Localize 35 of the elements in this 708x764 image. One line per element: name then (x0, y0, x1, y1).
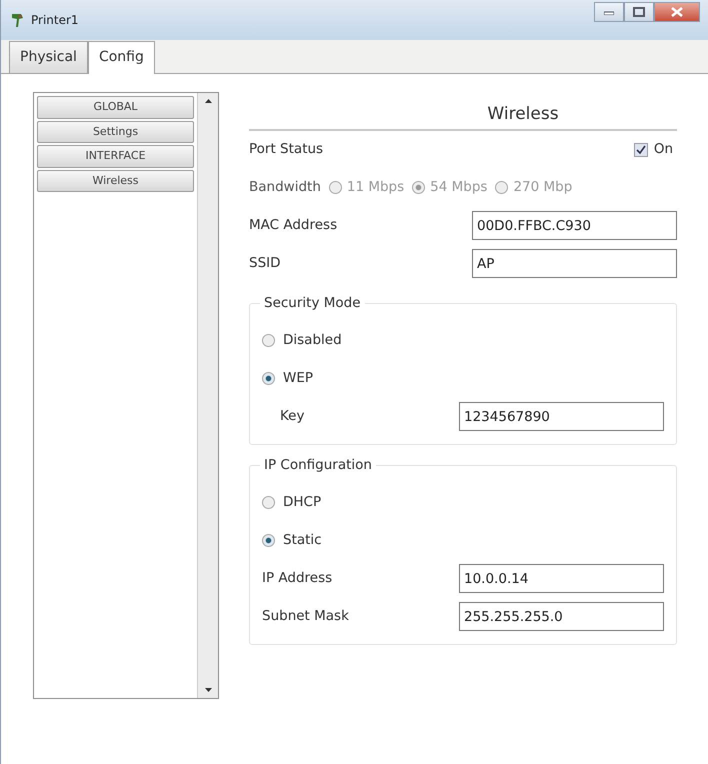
field-label: Subnet Mask (262, 607, 349, 626)
field-label: SSID (249, 254, 281, 274)
field-label: Key (279, 407, 304, 426)
text-field[interactable]: 10.0.0.14 (459, 564, 664, 593)
minimize-icon (604, 9, 614, 15)
text-field[interactable]: 255.255.255.0 (459, 602, 664, 631)
sidebar-item[interactable]: GLOBAL (37, 96, 194, 118)
close-icon (671, 7, 683, 17)
minimize-button[interactable] (594, 2, 624, 22)
tab[interactable]: Config (88, 41, 155, 74)
radio-option[interactable]: Static (262, 530, 322, 551)
field-label: MAC Address (249, 216, 338, 236)
maximize-icon (633, 7, 645, 17)
scrollbar[interactable] (197, 93, 218, 698)
panel-title: Wireless (249, 102, 677, 130)
tab[interactable]: Physical (9, 41, 88, 73)
field-label: Port Status (249, 140, 324, 160)
radio-option[interactable]: Disabled (262, 330, 342, 351)
radio-option[interactable]: DHCP (262, 492, 322, 513)
sidebar-item[interactable]: INTERFACE (37, 145, 194, 168)
radio-option[interactable]: WEP (262, 368, 314, 389)
window-title: Printer1 (31, 12, 79, 29)
sidebar-item[interactable]: Settings (37, 120, 194, 143)
sidebar-item[interactable]: Wireless (37, 170, 194, 192)
checkmark-icon (636, 144, 646, 154)
scroll-up-icon[interactable] (204, 99, 212, 103)
close-button[interactable] (654, 2, 700, 22)
text-field[interactable]: AP (472, 249, 677, 278)
on-checkbox[interactable]: On (634, 139, 673, 160)
field-label: IP Address (262, 569, 332, 588)
maximize-button[interactable] (624, 2, 654, 22)
scroll-down-icon[interactable] (204, 688, 212, 692)
text-field[interactable]: 1234567890 (459, 402, 664, 431)
field-label: Bandwidth (249, 178, 321, 198)
text-field[interactable]: 00D0.FFBC.C930 (472, 211, 677, 240)
